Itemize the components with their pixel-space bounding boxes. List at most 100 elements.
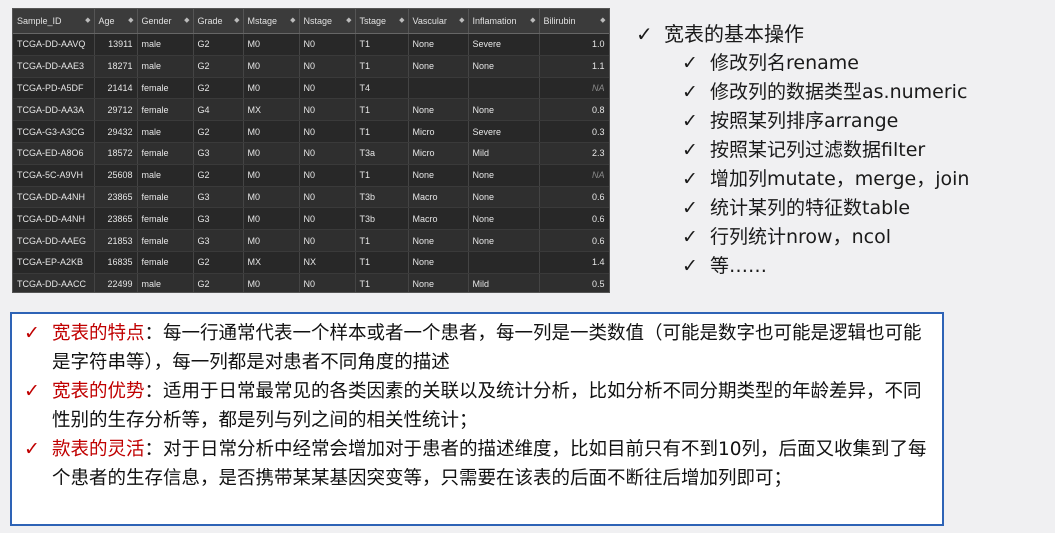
table-cell: male: [137, 33, 194, 56]
sort-icon[interactable]: ◆: [234, 16, 239, 24]
table-row: TCGA-DD-A4NH 23865 female G3 M0 N0 T3b Macro Non…: [13, 207, 609, 231]
note-text: ：对于日常分析中经常会增加对于患者的描述维度，比如目前只有不到10列，后面又收集…: [52, 439, 927, 489]
column-header-sample-id[interactable]: Sample_ID ◆: [13, 9, 95, 34]
column-header-gender[interactable]: Gender ◆: [137, 9, 194, 34]
table-cell: M0: [243, 77, 300, 100]
sort-icon[interactable]: ◆: [85, 16, 90, 24]
column-header-tstage[interactable]: Tstage ◆: [355, 9, 409, 34]
table-cell: None: [468, 207, 540, 231]
column-header-vascular[interactable]: Vascular ◆: [408, 9, 469, 34]
table-cell: TCGA-EP-A2KB: [13, 251, 95, 274]
table-cell: G2: [193, 55, 244, 78]
sort-icon[interactable]: ◆: [346, 16, 351, 24]
data-table: Sample_ID ◆ Age ◆ Gender ◆ Grade ◆ Mstage ◆ N…: [13, 9, 609, 292]
sort-icon[interactable]: ◆: [128, 16, 133, 24]
table-cell: M0: [243, 186, 300, 209]
table-cell: 0.3: [539, 120, 609, 143]
table-cell: 29712: [94, 98, 138, 122]
check-icon: ✓: [682, 139, 698, 161]
table-cell: Macro: [408, 186, 469, 209]
sort-icon[interactable]: ◆: [290, 16, 295, 24]
table-cell: G3: [193, 229, 244, 252]
sort-icon[interactable]: ◆: [184, 16, 189, 24]
table-cell: TCGA-DD-AA3A: [13, 98, 95, 122]
check-icon: ✓: [682, 52, 698, 74]
table-cell: Micro: [408, 120, 469, 143]
table-cell: Mild: [468, 273, 540, 292]
column-header-bilirubin[interactable]: Bilirubin ◆: [539, 9, 609, 34]
table-cell: G2: [193, 33, 244, 56]
table-cell: 0.5: [539, 273, 609, 292]
table-cell: T3b: [355, 186, 409, 209]
table-row: TCGA-DD-A4NH 23865 female G3 M0 N0 T3b Macro Non…: [13, 186, 609, 209]
table-body: TCGA-DD-AAVQ 13911 male G2 M0 N0 T1 None Severe 1…: [13, 33, 609, 292]
sort-icon[interactable]: ◆: [530, 16, 535, 24]
sort-icon[interactable]: ◆: [399, 16, 404, 24]
table-cell: None: [468, 229, 540, 252]
check-icon: ✓: [682, 255, 698, 277]
list-item: ✓ 统计某列的特征数table: [636, 194, 1046, 223]
table-cell: male: [137, 273, 194, 292]
table-cell: 0.8: [539, 98, 609, 122]
column-header-mstage[interactable]: Mstage ◆: [243, 9, 300, 34]
table-cell: [408, 77, 469, 100]
note-term: 宽表的优势: [52, 381, 145, 402]
table-cell: 0.6: [539, 207, 609, 231]
table-cell: None: [468, 164, 540, 187]
table-row: TCGA-G3-A3CG 29432 male G2 M0 N0 T1 Micro Severe…: [13, 120, 609, 143]
table-cell: 22499: [94, 273, 138, 292]
table-cell: 0.6: [539, 229, 609, 252]
note-item-features: ✓ 宽表的特点：每一行通常代表一个样本或者一个患者，每一列是一类数值（可能是数字也…: [22, 319, 932, 377]
table-cell: None: [408, 251, 469, 274]
check-icon: ✓: [682, 81, 698, 103]
table-cell: TCGA-DD-AAVQ: [13, 33, 95, 56]
table-cell: Severe: [468, 33, 540, 56]
table-cell: TCGA-DD-A4NH: [13, 186, 95, 209]
sort-icon[interactable]: ◆: [600, 16, 605, 24]
list-item: ✓ 修改列名rename: [636, 49, 1046, 78]
table-cell: female: [137, 186, 194, 209]
table-cell: M0: [243, 207, 300, 231]
table-cell: 2.3: [539, 142, 609, 165]
table-cell: MX: [243, 251, 300, 274]
check-icon: ✓: [636, 22, 653, 46]
table-cell: T3a: [355, 142, 409, 165]
table-cell: T1: [355, 55, 409, 78]
column-header-grade[interactable]: Grade ◆: [193, 9, 244, 34]
column-header-nstage[interactable]: Nstage ◆: [299, 9, 356, 34]
table-cell: 13911: [94, 33, 138, 56]
table-cell: G2: [193, 77, 244, 100]
table-cell: 29432: [94, 120, 138, 143]
table-cell: None: [468, 98, 540, 122]
column-header-inflamation[interactable]: Inflamation ◆: [468, 9, 540, 34]
table-cell: G3: [193, 186, 244, 209]
column-header-age[interactable]: Age ◆: [94, 9, 138, 34]
table-cell: 16835: [94, 251, 138, 274]
table-cell: TCGA-DD-AAE3: [13, 55, 95, 78]
table-row: TCGA-DD-AAE3 18271 male G2 M0 N0 T1 None None 1.1: [13, 55, 609, 78]
note-text: ：适用于日常最常见的各类因素的关联以及统计分析，比如分析不同分期类型的年龄差异，…: [52, 381, 922, 431]
table-cell: female: [137, 251, 194, 274]
table-row: TCGA-DD-AA3A 29712 female G4 MX N0 T1 None None 0…: [13, 98, 609, 122]
table-cell: NA: [539, 77, 609, 100]
table-cell: None: [408, 229, 469, 252]
operations-list: ✓ 宽表的基本操作 ✓ 修改列名rename ✓ 修改列的数据类型as.numeric…: [636, 20, 1046, 281]
table-cell: G2: [193, 273, 244, 292]
table-cell: T4: [355, 77, 409, 100]
table-cell: 1.4: [539, 251, 609, 274]
table-cell: female: [137, 77, 194, 100]
table-cell: female: [137, 229, 194, 252]
sort-icon[interactable]: ◆: [459, 16, 464, 24]
table-cell: female: [137, 142, 194, 165]
table-cell: TCGA-ED-A8O6: [13, 142, 95, 165]
data-table-panel: Sample_ID ◆ Age ◆ Gender ◆ Grade ◆ Mstage ◆ N…: [12, 8, 610, 293]
table-cell: TCGA-DD-AACC: [13, 273, 95, 292]
table-cell: male: [137, 55, 194, 78]
table-cell: N0: [299, 120, 356, 143]
table-cell: Micro: [408, 142, 469, 165]
table-cell: T1: [355, 98, 409, 122]
check-icon: ✓: [682, 226, 698, 248]
list-item: ✓ 等……: [636, 252, 1046, 281]
table-cell: NX: [299, 251, 356, 274]
table-cell: T3b: [355, 207, 409, 231]
